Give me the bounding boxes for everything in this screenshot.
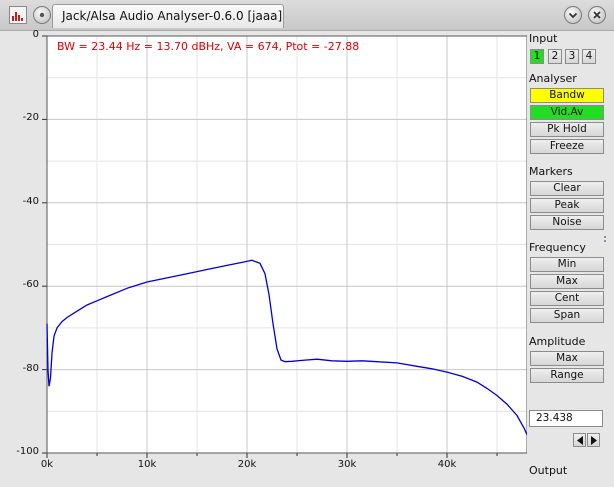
pk-hold-button[interactable]: Pk Hold [530, 122, 604, 137]
panel-resize-handle[interactable] [604, 236, 608, 246]
input-3-button[interactable]: 3 [565, 49, 579, 64]
frequency-span-button[interactable]: Span [530, 308, 604, 323]
input-1-button[interactable]: 1 [530, 49, 544, 64]
measurement-readout: BW = 23.44 Hz = 13.70 dBHz, VA = 674, Pt… [57, 40, 360, 53]
vid-av-button[interactable]: Vid.Av [530, 105, 604, 120]
input-2-button[interactable]: 2 [548, 49, 562, 64]
y-tick-label: -20 [22, 112, 39, 124]
input-4-button[interactable]: 4 [582, 49, 596, 64]
window-menu-icon[interactable] [33, 6, 51, 24]
frequency-label: Frequency [529, 241, 586, 254]
markers-peak-button[interactable]: Peak [530, 198, 604, 213]
x-tick-label: 20k [237, 459, 257, 470]
increment-arrow-icon[interactable] [587, 433, 600, 447]
y-tick-label: -40 [22, 195, 39, 207]
spectrum-svg[interactable] [0, 30, 527, 487]
x-tick-label: 40k [437, 459, 457, 470]
amplitude-max-button[interactable]: Max [530, 351, 604, 366]
y-tick-label: -100 [16, 446, 39, 457]
input-label: Input [529, 32, 558, 45]
amplitude-range-button[interactable]: Range [530, 368, 604, 383]
window-title: Jack/Alsa Audio Analyser-0.6.0 [jaaa] [62, 9, 283, 23]
control-panel: Input 1 2 3 4 Analyser Bandw Vid.Av Pk H… [527, 30, 614, 487]
freeze-button[interactable]: Freeze [530, 139, 604, 154]
x-tick-label: 0k [40, 459, 54, 470]
y-tick-label: -60 [22, 279, 39, 291]
markers-noise-button[interactable]: Noise [530, 215, 604, 230]
decrement-arrow-icon[interactable] [573, 433, 586, 447]
frequency-max-button[interactable]: Max [530, 274, 604, 289]
window-title-tab: Jack/Alsa Audio Analyser-0.6.0 [jaaa] [52, 4, 284, 28]
frequency-min-button[interactable]: Min [530, 257, 604, 272]
x-tick-label: 10k [137, 459, 157, 470]
app-icon[interactable] [9, 6, 27, 24]
value-field[interactable]: 23.438 [529, 410, 603, 427]
close-icon[interactable] [588, 6, 606, 24]
minimize-icon[interactable] [564, 6, 582, 24]
analyser-label: Analyser [529, 72, 577, 85]
spectrum-plot[interactable]: BW = 23.44 Hz = 13.70 dBHz, VA = 674, Pt… [0, 29, 527, 487]
amplitude-label: Amplitude [529, 335, 586, 348]
frequency-cent-button[interactable]: Cent [530, 291, 604, 306]
bandw-button[interactable]: Bandw [530, 88, 604, 103]
title-bar: Jack/Alsa Audio Analyser-0.6.0 [jaaa] [0, 0, 614, 31]
x-tick-label: 30k [337, 459, 357, 470]
markers-clear-button[interactable]: Clear [530, 181, 604, 196]
y-tick-label: -80 [22, 362, 39, 374]
output-label: Output [529, 464, 568, 477]
y-tick-label: 0 [32, 29, 39, 40]
markers-label: Markers [529, 165, 573, 178]
